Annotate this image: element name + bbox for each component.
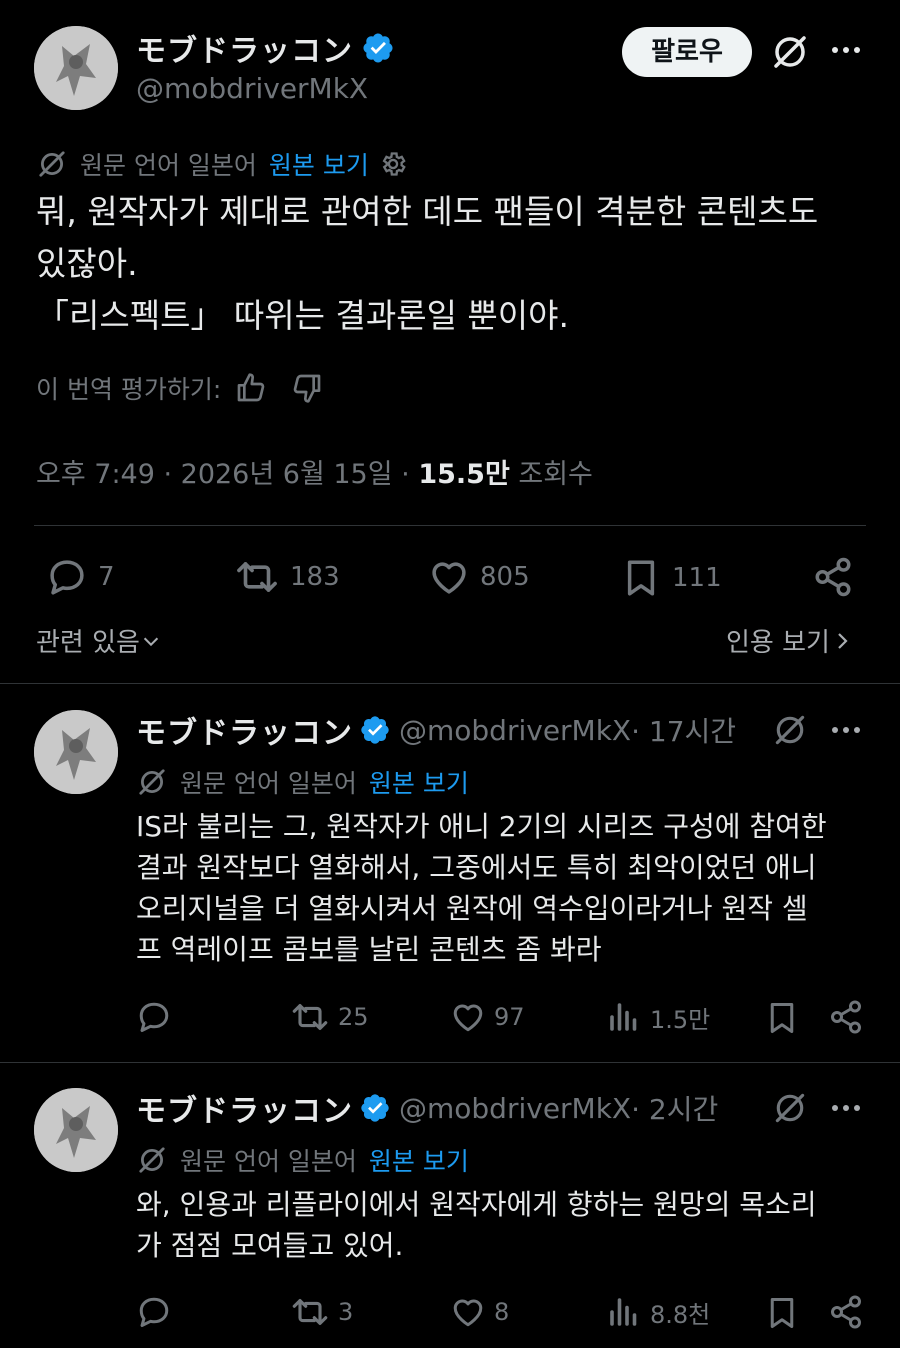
translation-source: 원문 언어 일본어 [80, 151, 257, 180]
view-quotes-link[interactable]: 인용 보기 [726, 622, 854, 659]
reply-text-line: 가 점점 모여들고 있어. [136, 1229, 404, 1262]
analytics-icon [610, 1298, 637, 1326]
heart-icon [432, 562, 466, 594]
repost-count: 3 [338, 1298, 354, 1326]
reply-text: 와, 인용과 리플라이에서 원작자에게 향하는 원망의 목소리 가 점점 모여들… [136, 1184, 817, 1266]
divider [0, 1062, 900, 1063]
repost-icon [292, 1004, 328, 1031]
author-name[interactable]: モブドラッコン [136, 26, 353, 70]
views-button[interactable]: 8.8천 [606, 1294, 710, 1330]
settings-icon[interactable] [379, 150, 407, 178]
reply-button[interactable]: 7 [46, 556, 115, 598]
reply-icon[interactable] [136, 999, 172, 1035]
reply-author-handle[interactable]: @mobdriverMkX [399, 1092, 631, 1125]
heart-icon [453, 1004, 483, 1032]
reply-text-line: 오리지널을 더 열화시켜서 원작에 역수입이라거나 원작 셀 [136, 892, 808, 925]
reply-count: 7 [98, 562, 115, 592]
share-icon[interactable] [828, 1294, 864, 1330]
grok-icon[interactable] [772, 1090, 808, 1126]
translate-icon [136, 1144, 168, 1176]
verified-badge-icon [361, 31, 395, 65]
grok-icon[interactable] [770, 32, 810, 72]
verified-badge-icon [359, 1092, 391, 1124]
reply-icon[interactable] [136, 1294, 172, 1330]
follow-button[interactable]: 팔로우 [622, 27, 752, 77]
like-button[interactable]: 805 [428, 556, 530, 598]
translation-source: 원문 언어 일본어 [180, 769, 357, 798]
like-button[interactable]: 8 [450, 1294, 509, 1330]
repost-count: 25 [338, 1003, 369, 1031]
divider [34, 525, 866, 526]
repost-icon [237, 562, 277, 592]
repost-button[interactable]: 25 [290, 999, 369, 1035]
repost-icon [292, 1299, 328, 1326]
bookmark-icon[interactable] [764, 999, 800, 1037]
show-original-link[interactable]: 원본 보기 [269, 146, 369, 182]
analytics-icon [610, 1003, 637, 1031]
chevron-right-icon [838, 632, 848, 649]
repost-button[interactable]: 3 [290, 1294, 353, 1330]
show-original-link[interactable]: 원본 보기 [369, 1142, 469, 1178]
views-count: 1.5만 [650, 1005, 711, 1034]
like-count: 8 [494, 1298, 510, 1326]
reply-text: IS라 불리는 그, 원작자가 애니 2기의 시리즈 구성에 참여한 결과 원작… [136, 806, 827, 970]
share-icon[interactable] [812, 556, 854, 598]
more-options-icon[interactable] [830, 1102, 862, 1114]
translation-source: 원문 언어 일본어 [180, 1147, 357, 1176]
related-label: 관련 있음 [36, 628, 140, 658]
views-label: 조회수 [509, 459, 593, 490]
post-text-line: 뭐, 원작자가 제대로 관여한 데도 팬들이 격분한 콘텐츠도 [36, 192, 819, 231]
views-count: 8.8천 [650, 1300, 711, 1329]
post-text-line: 「리스펙트」 따위는 결과론일 뿐이야. [36, 296, 569, 335]
post-time[interactable]: 오후 7:49 · 2026년 6월 15일 · [36, 459, 418, 490]
reply-text-line: 프 역레이프 콤보를 날린 콘텐츠 좀 봐라 [136, 933, 602, 966]
reply-time[interactable]: · 2시간 [631, 1088, 718, 1128]
view-quotes-label: 인용 보기 [726, 628, 830, 658]
thumbs-up-icon[interactable] [235, 372, 267, 404]
reply-time[interactable]: · 17시간 [631, 710, 736, 750]
repost-count: 183 [290, 562, 340, 592]
reply-avatar[interactable] [34, 1088, 118, 1172]
reply-author-name[interactable]: モブドラッコン [136, 1086, 353, 1130]
reply-icon [50, 560, 84, 595]
reply-avatar[interactable] [34, 710, 118, 794]
rate-translation-label: 이 번역 평가하기: [36, 375, 222, 404]
chevron-down-icon [143, 637, 159, 646]
views-count: 15.5만 [418, 459, 510, 490]
related-dropdown[interactable]: 관련 있음 [36, 622, 162, 659]
like-count: 805 [480, 562, 530, 592]
views-button[interactable]: 1.5만 [606, 999, 710, 1035]
reply-author-handle[interactable]: @mobdriverMkX [399, 714, 631, 747]
translate-icon [136, 766, 168, 798]
post-meta: 오후 7:49 · 2026년 6월 15일 · 15.5만 조회수 [36, 452, 593, 491]
author-avatar[interactable] [34, 26, 118, 110]
reply-text-line: IS라 불리는 그, 원작자가 애니 2기의 시리즈 구성에 참여한 [136, 810, 827, 843]
more-options-icon[interactable] [830, 724, 862, 736]
divider [0, 683, 900, 684]
post-text-line: 있잖아. [36, 244, 138, 283]
repost-button[interactable]: 183 [234, 556, 340, 598]
like-count: 97 [494, 1003, 525, 1031]
share-icon[interactable] [828, 999, 864, 1035]
show-original-link[interactable]: 원본 보기 [369, 764, 469, 800]
more-options-icon[interactable] [830, 44, 862, 56]
reply-text-line: 결과 원작보다 열화해서, 그중에서도 특히 최악이었던 애니 [136, 851, 817, 884]
reply-text-line: 와, 인용과 리플라이에서 원작자에게 향하는 원망의 목소리 [136, 1188, 817, 1221]
author-handle[interactable]: @mobdriverMkX [136, 72, 368, 105]
heart-icon [453, 1299, 483, 1327]
verified-badge-icon [359, 714, 391, 746]
reply-author-name[interactable]: モブドラッコン [136, 708, 353, 752]
thumbs-down-icon[interactable] [291, 372, 323, 404]
post-text: 뭐, 원작자가 제대로 관여한 데도 팬들이 격분한 콘텐츠도 있잖아. 「리스… [36, 186, 818, 342]
like-button[interactable]: 97 [450, 999, 525, 1035]
bookmark-button[interactable]: 111 [620, 556, 722, 600]
bookmark-icon [627, 560, 655, 596]
bookmark-count: 111 [672, 563, 722, 593]
translate-icon [36, 148, 68, 180]
grok-icon[interactable] [772, 712, 808, 748]
bookmark-icon[interactable] [764, 1294, 800, 1332]
